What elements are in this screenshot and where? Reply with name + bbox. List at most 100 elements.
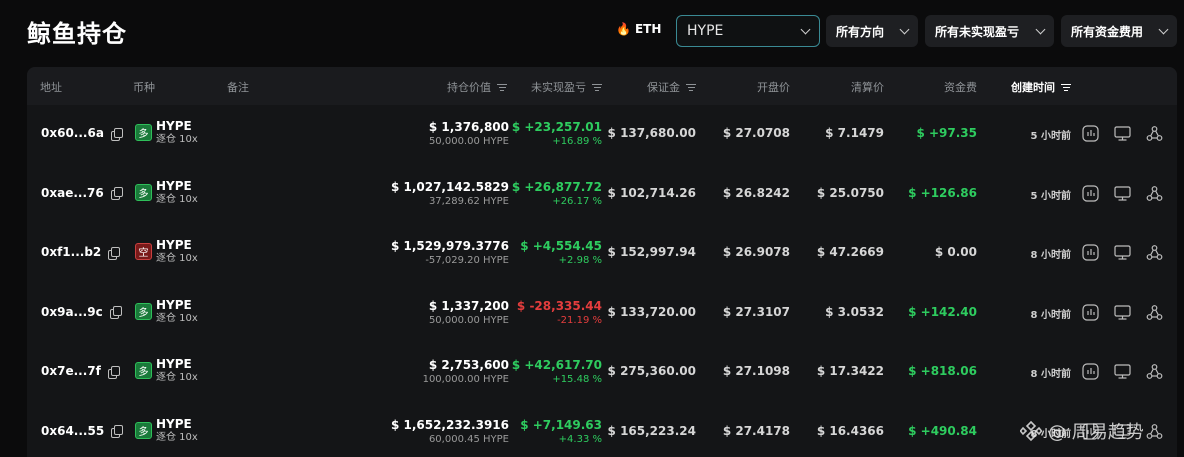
copy-icon[interactable] xyxy=(111,425,124,438)
network-icon[interactable] xyxy=(1146,363,1163,380)
created-time: 8 小时前 xyxy=(1030,250,1071,261)
address-text: 0x7e...7f xyxy=(41,364,101,378)
watermark: @ 周易趋势 xyxy=(1020,418,1144,444)
value-cell: $ 1,652,232.3916 60,000.45 HYPE xyxy=(391,418,509,446)
copy-icon[interactable] xyxy=(109,306,122,319)
table-row[interactable]: 0x64...55 多 HYPE 逐仓 10x $ 1,652,232.3916… xyxy=(27,403,1177,457)
funding-fee: $ +142.40 xyxy=(908,304,977,319)
col-margin-label: 保证金 xyxy=(647,81,680,94)
chart-icon[interactable] xyxy=(1082,363,1099,380)
created-time: 5 小时前 xyxy=(1030,190,1071,202)
position-value: $ 1,376,800 xyxy=(428,120,509,134)
margin-value: $ 133,720.00 xyxy=(607,304,696,319)
table-row[interactable]: 0xf1...b2 空 HYPE 逐仓 10x $ 1,529,979.3776… xyxy=(27,224,1177,283)
address-text: 0x9a...9c xyxy=(41,304,103,319)
monitor-icon[interactable] xyxy=(1114,125,1131,142)
position-value: $ 1,529,979.3776 xyxy=(390,239,509,253)
col-created-label: 创建时间 xyxy=(1011,81,1055,94)
open-price: $ 26.9078 xyxy=(722,245,790,259)
copy-icon[interactable] xyxy=(107,365,120,379)
coin-symbol: HYPE xyxy=(156,178,192,193)
monitor-icon[interactable] xyxy=(1114,244,1131,261)
open-price: $ 26.8242 xyxy=(722,185,790,200)
monitor-icon[interactable] xyxy=(1114,185,1131,202)
coin-cell: 多 HYPE 逐仓 10x xyxy=(135,417,198,444)
col-created[interactable]: 创建时间 xyxy=(1011,79,1071,95)
col-value[interactable]: 持仓价值 xyxy=(447,79,507,95)
page-title: 鲸鱼持仓 xyxy=(27,20,127,48)
positions-table: 地址 币种 备注 持仓价值 未实现盈亏 保证金 开盘价 清算价 资金费 创建时间… xyxy=(27,67,1177,457)
funding-fee: $ +818.06 xyxy=(908,364,977,378)
copy-icon[interactable] xyxy=(110,127,123,141)
open-price: $ 27.1098 xyxy=(722,364,790,378)
pnl-percent: +26.17 % xyxy=(552,195,602,207)
row-actions xyxy=(1082,125,1163,142)
address-cell[interactable]: 0x64...55 xyxy=(41,423,124,438)
table-row[interactable]: 0x9a...9c 多 HYPE 逐仓 10x $ 1,337,200 50,0… xyxy=(27,284,1177,343)
network-icon[interactable] xyxy=(1146,304,1163,321)
coin-cell: 空 HYPE 逐仓 10x xyxy=(135,238,198,265)
open-price: $ 27.4178 xyxy=(722,423,790,438)
network-icon[interactable] xyxy=(1146,423,1163,440)
address-text: 0x64...55 xyxy=(41,423,105,438)
binance-logo-icon xyxy=(1020,420,1042,442)
pnl-cell: $ +4,554.45 +2.98 % xyxy=(520,239,602,267)
direction-select[interactable]: 所有方向 xyxy=(826,15,918,47)
chart-icon[interactable] xyxy=(1082,303,1099,321)
position-qty: 60,000.45 HYPE xyxy=(428,433,509,445)
sort-icon xyxy=(592,83,602,91)
funding-fee: $ +97.35 xyxy=(916,126,977,140)
created-time: 8 小时前 xyxy=(1030,309,1071,321)
address-cell[interactable]: 0x7e...7f xyxy=(41,364,120,379)
open-price: $ 27.0708 xyxy=(722,126,790,140)
pnl-percent: -21.19 % xyxy=(557,314,602,326)
eth-label: ETH xyxy=(634,22,662,36)
pnl-value: $ +7,149.63 xyxy=(520,417,602,432)
table-row[interactable]: 0x7e...7f 多 HYPE 逐仓 10x $ 2,753,600 100,… xyxy=(27,343,1177,402)
chart-icon[interactable] xyxy=(1082,125,1099,142)
pnl-percent: +15.48 % xyxy=(552,374,602,385)
table-row[interactable]: 0xae...76 多 HYPE 逐仓 10x $ 1,027,142.5829… xyxy=(27,165,1177,224)
address-text: 0xae...76 xyxy=(41,185,104,200)
address-cell[interactable]: 0xae...76 xyxy=(41,185,123,200)
network-icon[interactable] xyxy=(1146,125,1163,142)
position-value: $ 1,652,232.3916 xyxy=(390,417,509,432)
monitor-icon[interactable] xyxy=(1114,304,1131,321)
col-liq: 清算价 xyxy=(851,81,884,94)
address-cell[interactable]: 0x9a...9c xyxy=(41,304,122,319)
table-row[interactable]: 0x60...6a 多 HYPE 逐仓 10x $ 1,376,800 50,0… xyxy=(27,105,1177,164)
coin-cell: 多 HYPE 逐仓 10x xyxy=(135,179,198,206)
address-cell[interactable]: 0x60...6a xyxy=(41,126,123,141)
watermark-text: @ 周易趋势 xyxy=(1048,422,1144,443)
chart-icon[interactable] xyxy=(1082,184,1099,202)
copy-icon[interactable] xyxy=(110,187,123,200)
sort-icon xyxy=(1061,83,1071,91)
created-time: 5 小时前 xyxy=(1030,131,1071,142)
funding-select[interactable]: 所有资金费用 xyxy=(1061,15,1177,47)
pnl-value: $ -28,335.44 xyxy=(516,298,602,313)
row-actions xyxy=(1082,244,1163,261)
funding-fee: $ 0.00 xyxy=(934,245,977,259)
side-badge: 多 xyxy=(135,124,152,141)
side-badge: 空 xyxy=(135,243,152,260)
col-margin[interactable]: 保证金 xyxy=(647,79,696,95)
liquidation-price: $ 16.4366 xyxy=(816,423,884,438)
coin-select[interactable]: HYPE xyxy=(676,15,820,47)
chart-icon[interactable] xyxy=(1082,244,1099,261)
col-upnl-label: 未实现盈亏 xyxy=(531,81,586,94)
address-cell[interactable]: 0xf1...b2 xyxy=(41,245,121,260)
eth-filter-tag[interactable]: 🔥 ETH xyxy=(616,22,661,36)
monitor-icon[interactable] xyxy=(1114,363,1131,380)
side-badge: 多 xyxy=(135,362,152,379)
pnl-select[interactable]: 所有未实现盈亏 xyxy=(925,15,1054,47)
network-icon[interactable] xyxy=(1146,185,1163,202)
pnl-cell: $ +26,877.72 +26.17 % xyxy=(512,180,602,208)
col-upnl[interactable]: 未实现盈亏 xyxy=(531,79,602,95)
position-value: $ 2,753,600 xyxy=(428,358,509,372)
network-icon[interactable] xyxy=(1146,244,1163,261)
coin-symbol: HYPE xyxy=(156,416,192,431)
funding-select-value: 所有资金费用 xyxy=(1071,24,1144,39)
row-actions xyxy=(1082,184,1163,202)
copy-icon[interactable] xyxy=(108,246,121,260)
liquidation-price: $ 25.0750 xyxy=(816,185,884,200)
